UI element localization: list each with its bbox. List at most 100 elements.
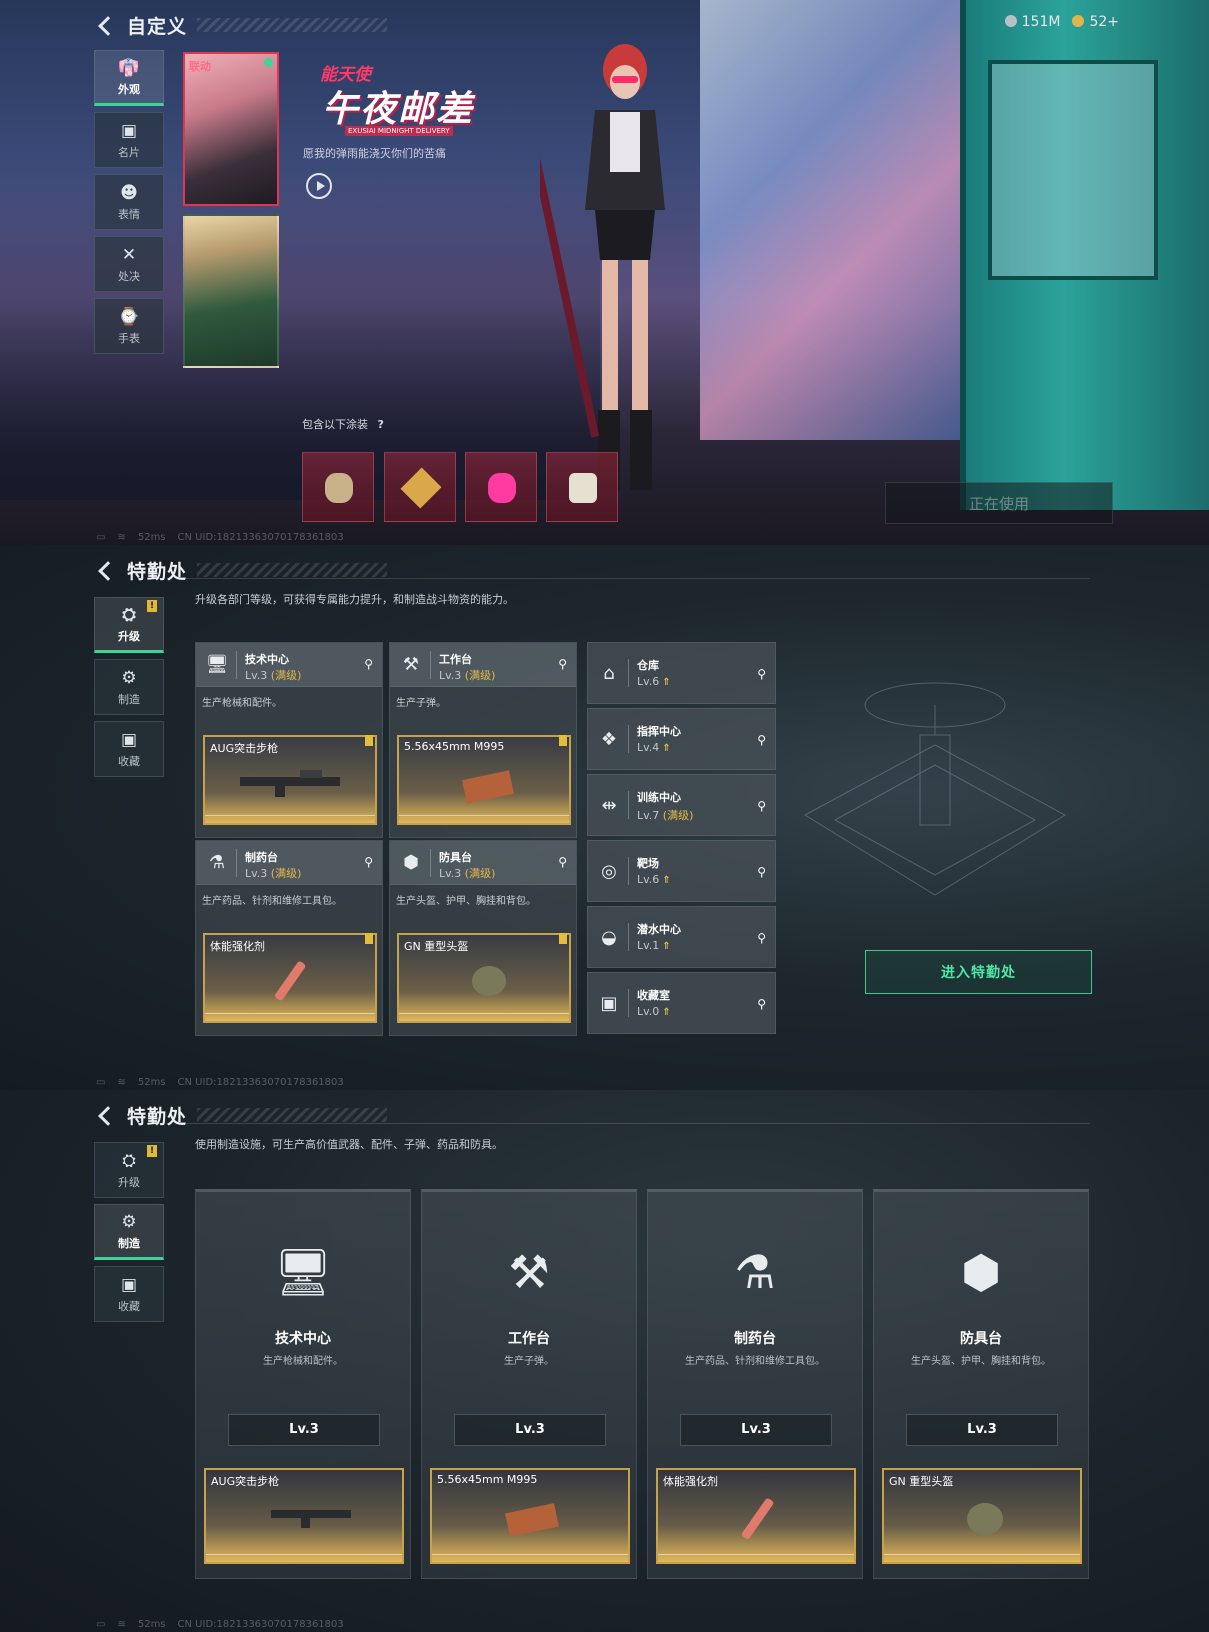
mural-background bbox=[700, 0, 960, 440]
upgrade-icon: ⛭ bbox=[122, 1150, 136, 1171]
tools-icon: ⚒ bbox=[508, 1245, 550, 1299]
facility-shooting-range[interactable]: ◎ 靶场 Lv.6 ⇑ ⚲ bbox=[587, 840, 776, 902]
product-slot[interactable]: 5.56x45mm M995 bbox=[430, 1468, 630, 1564]
level-value: Lv.3 bbox=[245, 669, 268, 682]
product-slot[interactable]: GN 重型头盔 bbox=[397, 933, 571, 1023]
back-icon[interactable] bbox=[95, 559, 117, 581]
upgrade-icon: ⛭ bbox=[122, 604, 136, 625]
nav-craft[interactable]: ⚙ 制造 bbox=[94, 1204, 164, 1260]
back-icon[interactable] bbox=[95, 1104, 117, 1126]
ammo-box-icon bbox=[462, 770, 514, 804]
skin-slot-gadget[interactable] bbox=[465, 452, 537, 522]
nav-watch[interactable]: ⌚ 手表 bbox=[94, 298, 164, 354]
product-slot[interactable]: 5.56x45mm M995 bbox=[397, 735, 571, 825]
operator-portrait-selected[interactable]: 联动 bbox=[183, 52, 279, 206]
skin-description: 愿我的弹雨能浇灭你们的苦痛 bbox=[303, 147, 446, 160]
wifi-icon: ≋ bbox=[117, 1619, 126, 1630]
facility-level: Lv.6 ⇑ bbox=[637, 873, 671, 886]
nav-collection[interactable]: ▣ 收藏 bbox=[94, 1266, 164, 1322]
cubes-icon: ⬢ bbox=[403, 852, 419, 873]
product-slot[interactable]: 体能强化剂 bbox=[203, 933, 377, 1023]
watch-icon: ⌚ bbox=[118, 306, 140, 327]
in-use-button[interactable]: 正在使用 bbox=[885, 482, 1113, 524]
product-slot[interactable]: AUG突击步枪 bbox=[203, 735, 377, 825]
search-icon[interactable]: ⚲ bbox=[364, 855, 373, 869]
search-icon[interactable]: ⚲ bbox=[757, 997, 766, 1011]
product-slot[interactable]: 体能强化剂 bbox=[656, 1468, 856, 1564]
progress-bar bbox=[432, 1554, 628, 1562]
nav-upgrade[interactable]: ! ⛭ 升级 bbox=[94, 1142, 164, 1198]
enter-special-ops-button[interactable]: 进入特勤处 bbox=[865, 950, 1092, 994]
max-level-tag: (满级) bbox=[464, 669, 496, 682]
play-preview-icon[interactable] bbox=[306, 173, 332, 199]
nav-craft[interactable]: ⚙ 制造 bbox=[94, 659, 164, 715]
nav-execution[interactable]: ✕ 处决 bbox=[94, 236, 164, 292]
facility-level: Lv.3 (满级) bbox=[245, 865, 301, 881]
outfit-icon: 👘 bbox=[118, 57, 140, 78]
coin-amount: 151M bbox=[1021, 14, 1061, 30]
facility-command-center[interactable]: ❖ 指挥中心 Lv.4 ⇑ ⚲ bbox=[587, 708, 776, 770]
nav-card[interactable]: ▣ 名片 bbox=[94, 112, 164, 168]
facility-warehouse[interactable]: ⌂ 仓库 Lv.6 ⇑ ⚲ bbox=[587, 642, 776, 704]
nav-upgrade[interactable]: ! ⛭ 升级 bbox=[94, 597, 164, 653]
facility-vault[interactable]: ▣ 收藏室 Lv.0 ⇑ ⚲ bbox=[587, 972, 776, 1034]
facility-header: ⬢ 防具台 Lv.3 (满级) ⚲ bbox=[390, 841, 576, 885]
craft-card-armor-bench[interactable]: ⬢ 防具台 生产头盔、护甲、胸挂和背包。 Lv.3 GN 重型头盔 bbox=[873, 1189, 1089, 1579]
pendant-icon bbox=[569, 473, 597, 503]
includes-text: 包含以下涂装 bbox=[302, 418, 368, 431]
product-slot[interactable]: AUG突击步枪 bbox=[204, 1468, 404, 1564]
card-level: Lv.3 bbox=[906, 1414, 1058, 1446]
facility-name: 工作台 bbox=[439, 653, 472, 666]
craft-card-pharmacy[interactable]: ⚗ 制药台 生产药品、针剂和维修工具包。 Lv.3 体能强化剂 bbox=[647, 1189, 863, 1579]
skin-slot-grenade[interactable] bbox=[302, 452, 374, 522]
search-icon[interactable]: ⚲ bbox=[757, 799, 766, 813]
product-name: GN 重型头盔 bbox=[889, 1475, 954, 1488]
craft-card-tech-center[interactable]: 🖥 技术中心 生产枪械和配件。 Lv.3 AUG突击步枪 bbox=[195, 1189, 411, 1579]
facility-level: Lv.3 (满级) bbox=[439, 865, 495, 881]
operator-portrait[interactable] bbox=[183, 214, 279, 368]
facility-tech-center[interactable]: 🖥 技术中心 Lv.3 (满级) ⚲ 生产枪械和配件。 AUG突击步枪 bbox=[195, 642, 383, 838]
base-hologram bbox=[803, 682, 1067, 896]
product-name: 5.56x45mm M995 bbox=[404, 740, 505, 753]
nav-collection[interactable]: ▣ 收藏 bbox=[94, 721, 164, 777]
wifi-icon: ≋ bbox=[117, 532, 126, 543]
tools-icon: ⚒ bbox=[402, 654, 420, 675]
facility-dive-center[interactable]: ◒ 潜水中心 Lv.1 ⇑ ⚲ bbox=[587, 906, 776, 968]
facility-header: ⚒ 工作台 Lv.3 (满级) ⚲ bbox=[390, 643, 576, 687]
search-icon[interactable]: ⚲ bbox=[757, 733, 766, 747]
back-icon[interactable] bbox=[95, 14, 117, 36]
facility-name: 指挥中心 bbox=[637, 725, 681, 738]
grenade-icon bbox=[325, 473, 353, 503]
facility-training-center[interactable]: ⇹ 训练中心 Lv.7 (满级) ⚲ bbox=[587, 774, 776, 836]
craft-card-workbench[interactable]: ⚒ 工作台 生产子弹。 Lv.3 5.56x45mm M995 bbox=[421, 1189, 637, 1579]
progress-bar bbox=[884, 1554, 1080, 1562]
facility-name: 制药台 bbox=[245, 851, 278, 864]
card-name: 制药台 bbox=[734, 1331, 776, 1347]
facility-armor-bench[interactable]: ⬢ 防具台 Lv.3 (满级) ⚲ 生产头盔、护甲、胸挂和背包。 GN 重型头盔 bbox=[389, 840, 577, 1036]
search-icon[interactable]: ⚲ bbox=[757, 931, 766, 945]
facility-pharmacy[interactable]: ⚗ 制药台 Lv.3 (满级) ⚲ 生产药品、针剂和维修工具包。 体能强化剂 bbox=[195, 840, 383, 1036]
level-value: Lv.7 bbox=[637, 809, 660, 822]
nav-emote[interactable]: ☻ 表情 bbox=[94, 174, 164, 230]
ping: 52ms bbox=[137, 532, 166, 543]
search-icon[interactable]: ⚲ bbox=[757, 865, 766, 879]
facility-workbench[interactable]: ⚒ 工作台 Lv.3 (满级) ⚲ 生产子弹。 5.56x45mm M995 bbox=[389, 642, 577, 838]
max-level-tag: (满级) bbox=[270, 669, 302, 682]
cubes-icon: ⬢ bbox=[960, 1245, 1002, 1299]
alert-badge: ! bbox=[147, 600, 157, 612]
search-icon[interactable]: ⚲ bbox=[757, 667, 766, 681]
skin-slot-charm[interactable] bbox=[384, 452, 456, 522]
facility-name: 仓库 bbox=[637, 659, 659, 672]
help-icon[interactable]: ? bbox=[378, 418, 384, 431]
search-icon[interactable]: ⚲ bbox=[558, 855, 567, 869]
product-slot[interactable]: GN 重型头盔 bbox=[882, 1468, 1082, 1564]
command-icon: ❖ bbox=[600, 729, 618, 750]
nav-outfit[interactable]: 👘 外观 bbox=[94, 50, 164, 106]
rifle-icon bbox=[271, 1510, 351, 1528]
skin-slot-pendant[interactable] bbox=[546, 452, 618, 522]
upgrade-arrow-icon: ⇑ bbox=[662, 875, 671, 886]
search-icon[interactable]: ⚲ bbox=[364, 657, 373, 671]
search-icon[interactable]: ⚲ bbox=[558, 657, 567, 671]
level-value: Lv.4 bbox=[637, 741, 660, 754]
monitor-icon: 🖥 bbox=[273, 1245, 333, 1299]
